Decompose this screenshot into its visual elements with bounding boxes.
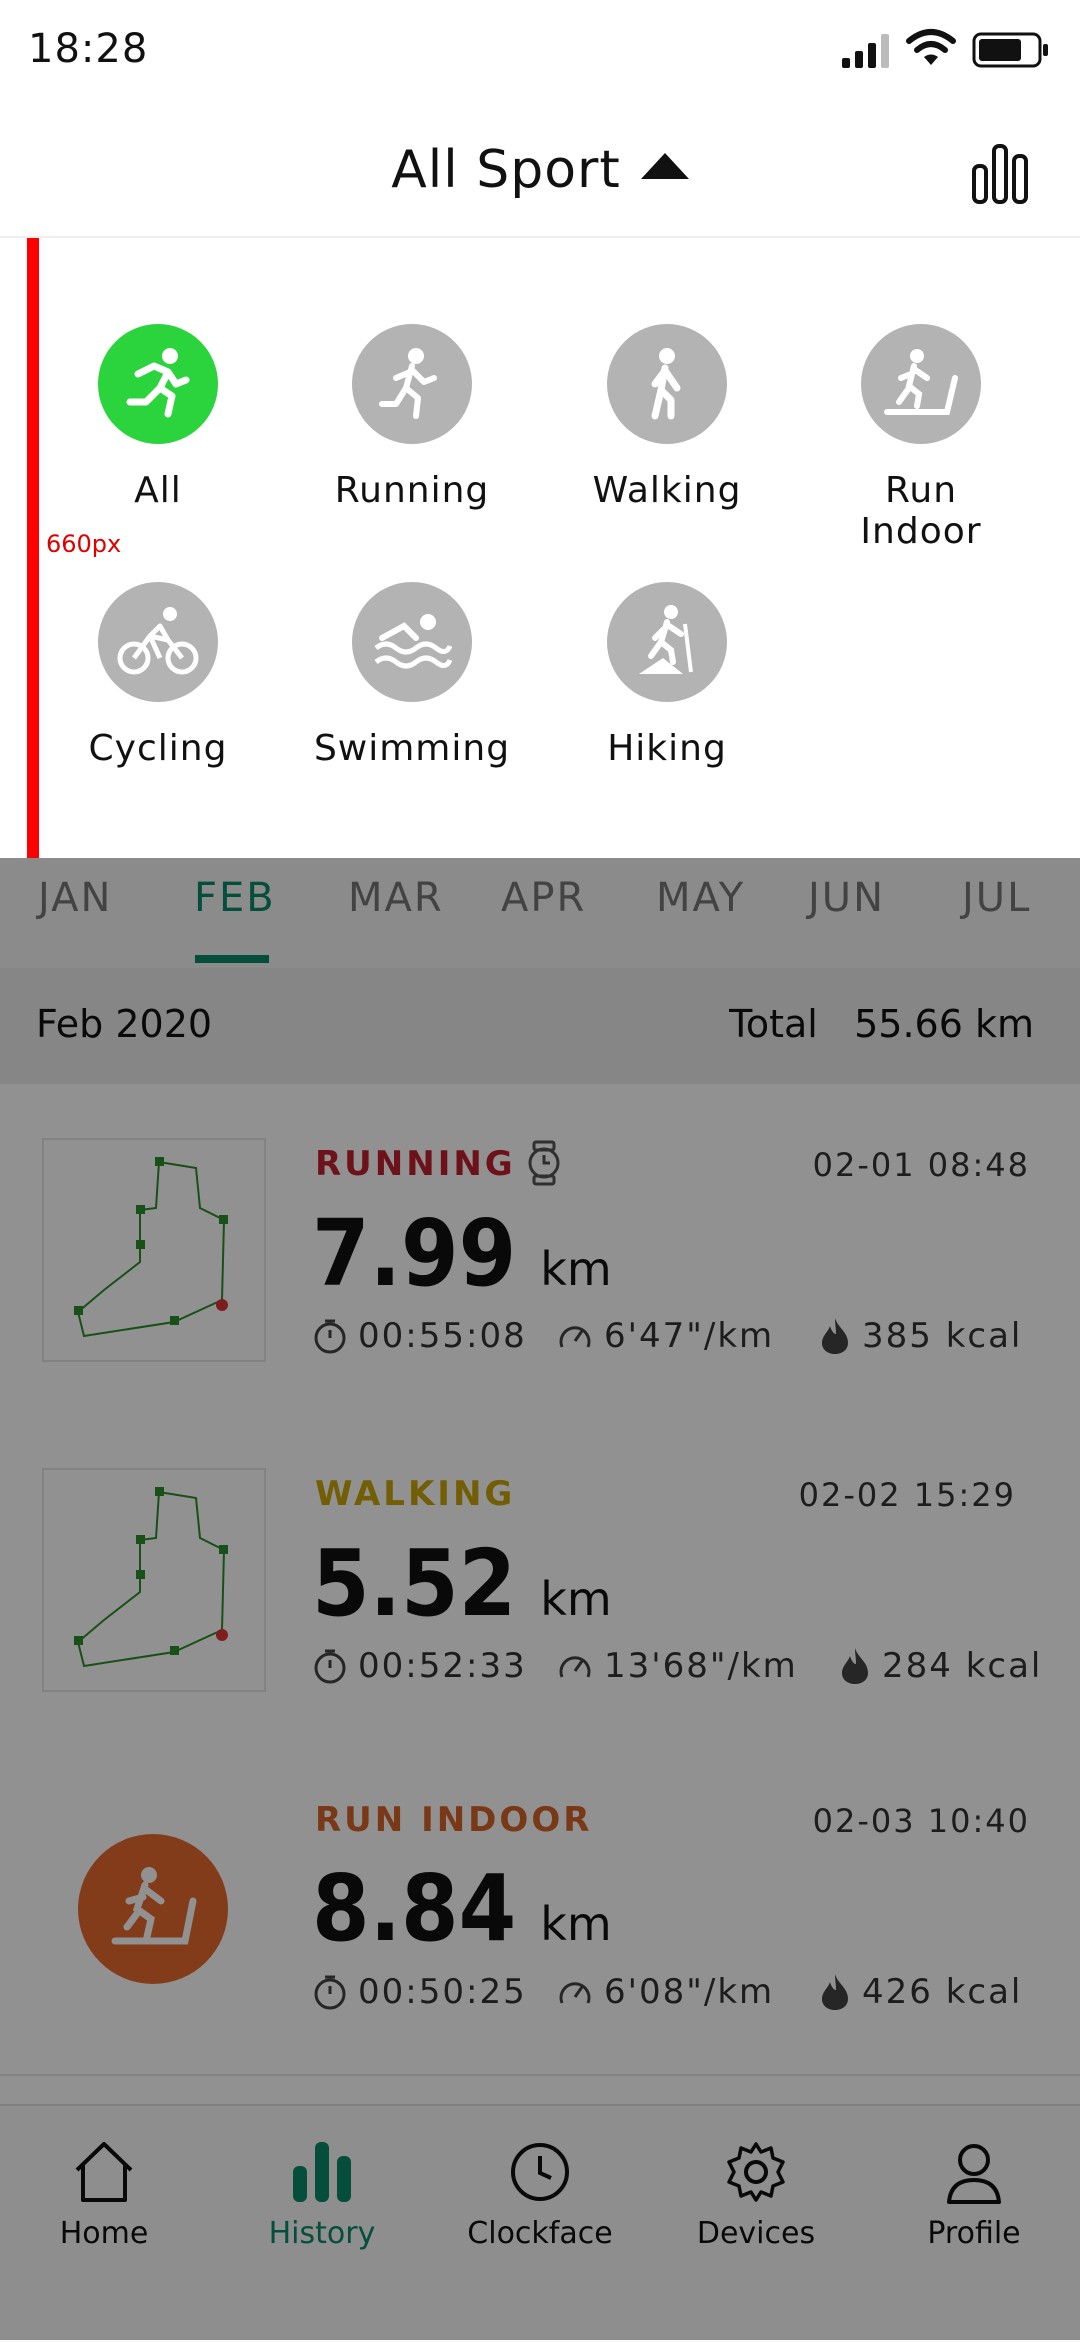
sport-option-running[interactable]: Running [312, 324, 512, 511]
dim-overlay[interactable] [0, 858, 1080, 2340]
wifi-icon [906, 29, 956, 65]
height-marker-line [27, 238, 39, 858]
height-marker-label: 660px [46, 530, 122, 558]
sport-option-cycling[interactable]: Cycling [58, 582, 258, 769]
sport-filter-toggle[interactable]: All Sport [0, 140, 1080, 200]
caret-up-icon [640, 153, 689, 179]
sport-option-hiking[interactable]: Hiking [567, 582, 767, 769]
bike-icon [98, 582, 218, 702]
swim-icon [352, 582, 472, 702]
run-icon [98, 324, 218, 444]
run-icon [352, 324, 472, 444]
sport-option-walking[interactable]: Walking [567, 324, 767, 511]
treadmill-icon [861, 324, 981, 444]
hike-icon [607, 582, 727, 702]
status-time: 18:28 [28, 26, 149, 72]
battery-icon [972, 32, 1048, 68]
signal-icon [842, 34, 889, 68]
sport-option-all[interactable]: All [58, 324, 258, 511]
sport-option-run-indoor[interactable]: Run Indoor [821, 324, 1021, 552]
sport-option-swimming[interactable]: Swimming [312, 582, 512, 769]
page-title: All Sport [391, 140, 621, 200]
stats-chart-icon[interactable] [970, 142, 1030, 206]
status-bar: 18:28 [0, 0, 1080, 100]
walk-icon [607, 324, 727, 444]
